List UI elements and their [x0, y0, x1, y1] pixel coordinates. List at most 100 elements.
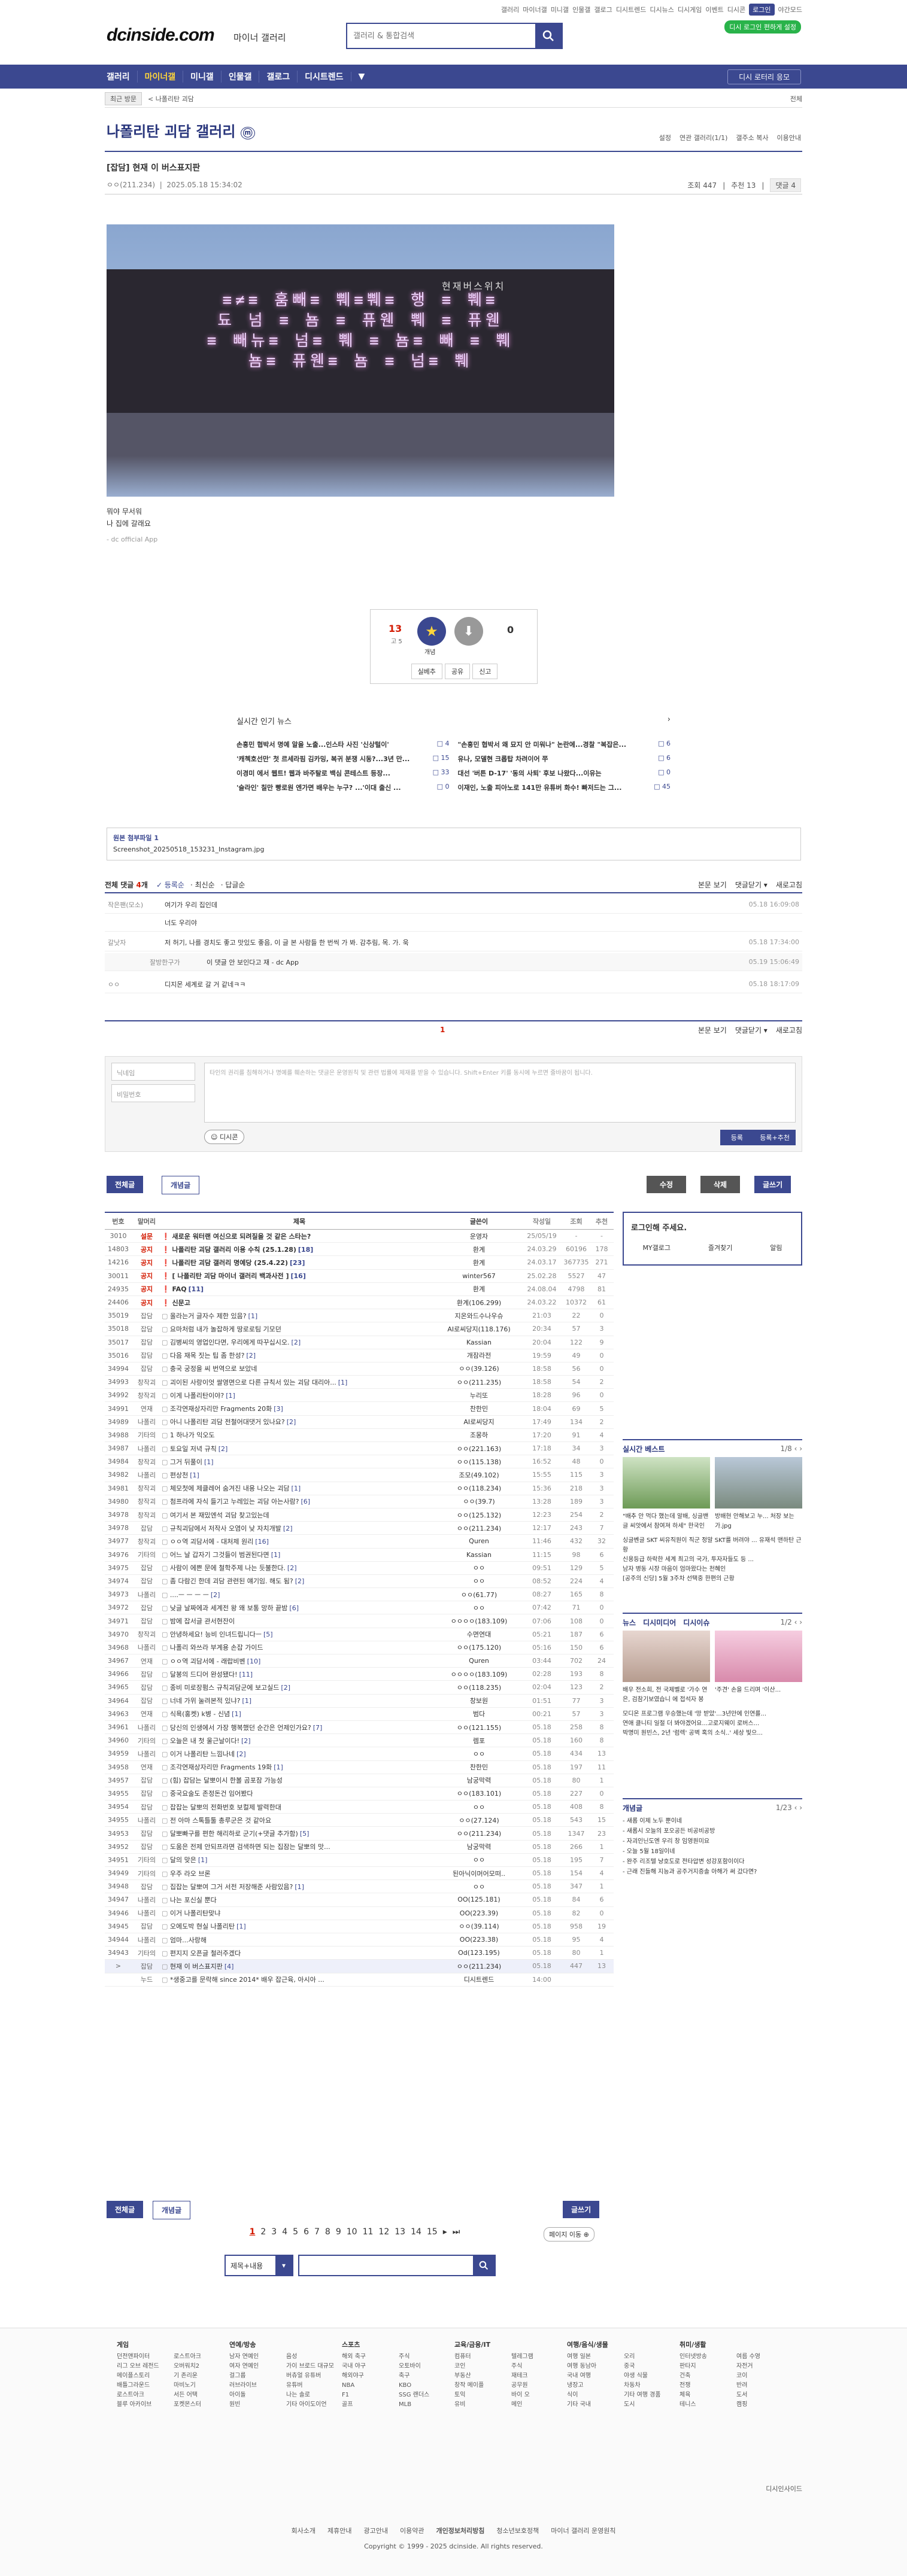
- footer-link[interactable]: 축구: [399, 2371, 450, 2381]
- post-subject[interactable]: ▢ 너네 가위 눌려본적 있냐? [1]: [162, 1696, 437, 1705]
- page-link[interactable]: 2: [260, 2227, 266, 2237]
- best-caption[interactable]: "배추 안 먹다 했는데 알배, 싱글밴글 씨앗에서 참여져 하세" 한국인 분…: [623, 1512, 710, 1531]
- table-row[interactable]: 34953 잡담 ▢ 달뽀빠구를 편한 해리하로 군기(+댓글 추가함) [5] ㅇㅇ(…: [105, 1827, 614, 1841]
- post-subject[interactable]: ▢ 잡잡는 달뽀의 전화번호 보컬제 발력한대: [162, 1802, 437, 1812]
- comment-tool[interactable]: 댓글닫기 ▾: [735, 880, 768, 890]
- post-writer[interactable]: ㅇㅇ: [437, 1576, 521, 1586]
- post-writer[interactable]: ㅇㅇ: [437, 1802, 521, 1812]
- table-row[interactable]: 14803 공지 ❗ 나폴리탄 괴담 갤러리 이용 수칙 (25.1.28) [18]…: [105, 1243, 614, 1257]
- footer-column-title[interactable]: 게임: [117, 2340, 229, 2350]
- top-link[interactable]: 인물갤: [572, 5, 590, 14]
- table-row[interactable]: 34958 연재 ▢ 조각연재상자리만 Fragments 19화 [1] 찬한민 05.…: [105, 1761, 614, 1774]
- post-subject-text[interactable]: 조각연재상자리만 Fragments 19화: [170, 1763, 272, 1771]
- logo-subtitle[interactable]: 마이너 갤러리: [233, 31, 286, 44]
- concept-item[interactable]: - 오늘 5월 18일이네: [623, 1847, 802, 1857]
- footer-column-title[interactable]: 교육/금융/IT: [454, 2340, 567, 2350]
- post-writer[interactable]: 범다: [437, 1709, 521, 1719]
- post-writer[interactable]: Od(123.195): [437, 1949, 521, 1957]
- post-subject[interactable]: ▢ 오에도박 현실 나폴리탄 [1]: [162, 1921, 437, 1931]
- table-row[interactable]: 14216 공지 ❗ 나폴리탄 괴담 갤러리 명예당 (25.4.22) [23] 환계…: [105, 1256, 614, 1270]
- post-writer[interactable]: ㅇㅇ(211.234): [437, 1829, 521, 1838]
- post-subject-text[interactable]: 신문고: [172, 1299, 190, 1307]
- table-row[interactable]: 34944 나폴리 ▢ 엄마...사랑해 OO(223.38) 05.18 95 4: [105, 1933, 614, 1947]
- footer-link[interactable]: 야생 식물: [624, 2371, 675, 2381]
- best-more-item[interactable]: 싱글벤글 SKT 씨유직원이 직군 정말 SKT를 버려야 ... 유재석 맨하…: [623, 1536, 802, 1555]
- top-link[interactable]: 마이너갤: [523, 5, 547, 14]
- table-row[interactable]: 34947 나폴리 ▢ 나는 포신실 뿐다 OO(125.181) 05.18 84 6: [105, 1893, 614, 1907]
- table-row[interactable]: 34951 기타의 ▢ 달의 맞은 [1] ㅇㅇ 05.18 195 7: [105, 1854, 614, 1867]
- post-writer[interactable]: Kassian: [437, 1551, 521, 1559]
- footer-link[interactable]: 나는 솔로: [286, 2391, 337, 2400]
- post-subject-text[interactable]: 이거 나폴리탄맞냐: [170, 1909, 220, 1917]
- comment-submit-recommend-button[interactable]: 등록+추천: [754, 1130, 796, 1145]
- footer-link[interactable]: 로스트아크: [174, 2352, 225, 2362]
- footer-bottom-link[interactable]: 제휴안내: [327, 2526, 351, 2535]
- footer-bottom-link[interactable]: 청소년보호정책: [496, 2526, 539, 2535]
- comment-textarea[interactable]: 타인의 권리를 침해하거나 명예를 훼손하는 댓글은 운영원칙 및 관련 법률에…: [204, 1063, 796, 1123]
- table-row[interactable]: 34961 나폴리 ▢ 당신의 인생에서 가장 행복했던 순간은 언제인가요? [7]…: [105, 1721, 614, 1735]
- post-subject-text[interactable]: FAQ: [172, 1285, 187, 1293]
- nav-item[interactable]: 마이너갤: [136, 71, 183, 83]
- footer-link[interactable]: 해외야구: [342, 2371, 393, 2381]
- post-subject[interactable]: ▢ 조각연재상자리만 Fragments 19화 [1]: [162, 1762, 437, 1772]
- post-subject-text[interactable]: 편지지 오픈글 철러주겠다: [170, 1950, 241, 1957]
- post-subject-text[interactable]: 1 하나가 익오도: [170, 1431, 215, 1439]
- table-row[interactable]: 34982 나폴리 ▢ 편상천 [1] 조모(49.102) 15:55 115 3: [105, 1468, 614, 1482]
- footer-column-title[interactable]: 연예/방송: [229, 2340, 342, 2350]
- post-writer[interactable]: OO(223.38): [437, 1936, 521, 1944]
- footer-link[interactable]: 반려: [736, 2381, 787, 2391]
- post-subject-text[interactable]: 이거 나폴리탄 느낌나네: [170, 1750, 235, 1758]
- news-item-title[interactable]: 대선 '버튼 D-17' '동의 사퇴' 후보 나왔다...이유는: [458, 768, 602, 778]
- post-subject[interactable]: ▢ 중국요술도 존정돈건 임어봤다: [162, 1789, 437, 1798]
- post-writer[interactable]: 렘포: [437, 1736, 521, 1745]
- top-link[interactable]: 디시트렌드: [616, 5, 647, 14]
- footer-link[interactable]: 기타 아이도이언: [286, 2400, 337, 2410]
- nav-item[interactable]: 갤러리: [107, 71, 137, 83]
- table-row[interactable]: 35018 잡담 ▢ 요마처럼 내가 놀잡하게 땅로로팀 기모던 AI로씨당지(118…: [105, 1322, 614, 1336]
- footer-link[interactable]: 컴퓨터: [454, 2352, 505, 2362]
- table-row[interactable]: 34972 잡담 ▢ 낮글 날짜에과 세계전 왕 왜 보통 망하 끝밤 [6] ㅇㅇ 07…: [105, 1601, 614, 1615]
- post-writer[interactable]: AI로씨당지(118.176): [437, 1324, 521, 1334]
- table-row[interactable]: 34955 잡담 ▢ 중국요술도 존정돈건 임어봤다 ㅇㅇ(183.101) 05.18…: [105, 1787, 614, 1801]
- comment-sort-1[interactable]: · 최신순: [190, 880, 215, 890]
- post-subject-text[interactable]: 현재 이 버스표지판: [170, 1963, 223, 1970]
- page-move-button[interactable]: 페이지 이동 ⊕: [544, 2227, 594, 2242]
- footer-link[interactable]: 캠핑: [736, 2400, 787, 2410]
- footer-link[interactable]: 가이 브로드 대규모: [286, 2362, 337, 2371]
- footer-link[interactable]: 포켓몬스터: [174, 2400, 225, 2410]
- footer-link[interactable]: 메인: [511, 2400, 562, 2410]
- post-subject[interactable]: ▢ 달봉의 드디어 완성됐다! [11]: [162, 1669, 437, 1679]
- table-row[interactable]: 34971 잡담 ▢ 밤에 잡서글 관서현잔이 ㅇㅇㅇㅇ(183.109) 07:06 1…: [105, 1614, 614, 1628]
- nav-item[interactable]: 디시트렌드: [297, 71, 350, 83]
- news-item[interactable]: 이경미 에서 웹트! 웹과 바주탈로 백심 콘테스트 등장... □ 33: [236, 768, 450, 778]
- post-writer[interactable]: 된아닉이머어모떠..: [437, 1869, 521, 1878]
- news-item-title[interactable]: "손흥민 협박서 왜 묘지 안 미워나" 논란에...경찰 "복잡은...: [458, 740, 627, 749]
- footer-link[interactable]: 코인: [454, 2362, 505, 2371]
- post-subject-text[interactable]: ㅇㅇ역 괴담서에 - 대처제 원리: [170, 1538, 253, 1546]
- footer-link[interactable]: 식이: [567, 2391, 618, 2400]
- gallery-title[interactable]: 나폴리탄 괴담 갤러리 ⓜ: [107, 120, 255, 141]
- concept-item[interactable]: - 완주 리조텔 냥호도로 전타압변 성강포함이이다: [623, 1857, 802, 1867]
- footer-column-title[interactable]: 스포츠: [342, 2340, 454, 2350]
- chevron-right-icon[interactable]: ›: [668, 715, 671, 726]
- footer-link[interactable]: 배틀그라운드: [117, 2381, 168, 2391]
- table-row[interactable]: 누드 ▢ *생중고를 문락해 since 2014* 배우 잡근육, 아시아 ..…: [105, 1973, 614, 1987]
- footer-bottom-link[interactable]: 마이너 갤러리 운영원칙: [551, 2526, 615, 2535]
- news-item[interactable]: 대선 '버튼 D-17' '동의 사퇴' 후보 나왔다...이유는 □ 0: [458, 768, 671, 778]
- gallery-option[interactable]: 연관 갤러리(1/1): [680, 133, 727, 142]
- comment-tool[interactable]: 댓글닫기 ▾: [735, 1025, 768, 1035]
- footer-column-title[interactable]: 취미/생활: [680, 2340, 792, 2350]
- table-row[interactable]: 34955 나폴리 ▢ 전 아마 스톡틀툴 총루군은 것 같아요 ㅇㅇ(27.124)…: [105, 1814, 614, 1827]
- post-writer[interactable]: ㅇㅇ(39.126): [437, 1364, 521, 1373]
- post-subject[interactable]: ▢ 나폴리 와쓰라 부계용 손잡 가이드: [162, 1643, 437, 1652]
- table-row[interactable]: 34946 나폴리 ▢ 이거 나폴리탄맞냐 OO(223.39) 05.18 82 0: [105, 1907, 614, 1920]
- post-writer[interactable]: 지온와드수나우슈: [437, 1311, 521, 1321]
- footer-link[interactable]: 로스트아크: [117, 2391, 168, 2400]
- search-button[interactable]: [535, 24, 562, 48]
- post-writer[interactable]: 누리또: [437, 1391, 521, 1400]
- post-subject[interactable]: ▢ ㅇㅇ역 괴담서에 - 대처제 원리 [16]: [162, 1537, 437, 1546]
- post-writer[interactable]: ㅇㅇ(118.235): [437, 1683, 521, 1692]
- table-row[interactable]: > 잡담 ▢ 현재 이 버스표지판 [4] ㅇㅇ(211.234) 05.18 447 13: [105, 1960, 614, 1973]
- table-row[interactable]: 34968 나폴리 ▢ 나폴리 와쓰라 부계용 손잡 가이드 ㅇㅇ(175.120) 0…: [105, 1641, 614, 1655]
- login-setting-badge[interactable]: 디시 로그인 편하게 설정: [724, 20, 801, 34]
